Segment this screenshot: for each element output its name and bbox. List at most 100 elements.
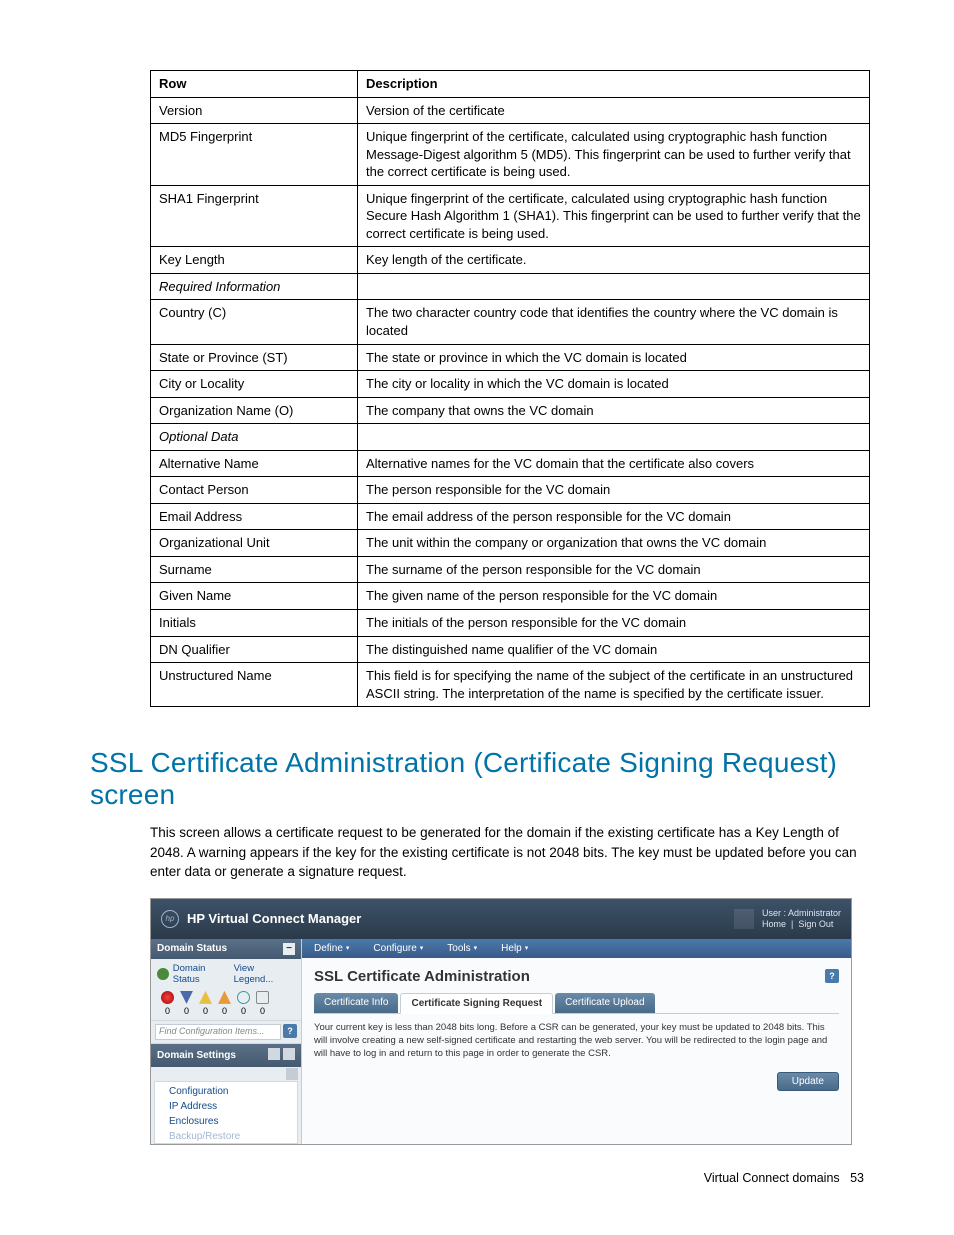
- status-unknown-icon[interactable]: [256, 991, 269, 1004]
- app-header: hp HP Virtual Connect Manager User : Adm…: [151, 899, 851, 939]
- page-help-icon[interactable]: ?: [825, 969, 839, 983]
- status-caution-icon[interactable]: [199, 991, 212, 1004]
- domain-status-panel-title: Domain Status: [157, 943, 227, 954]
- tree-ip-address[interactable]: IP Address: [155, 1099, 297, 1114]
- page-footer: Virtual Connect domains 53: [704, 1171, 864, 1185]
- table-row-label: Version: [151, 97, 358, 124]
- collapse-all-icon[interactable]: [283, 1048, 295, 1060]
- table-row-desc: The surname of the person responsible fo…: [358, 556, 870, 583]
- table-row-desc: Unique fingerprint of the certificate, c…: [358, 124, 870, 186]
- table-row-desc: The email address of the person responsi…: [358, 503, 870, 530]
- table-row-label: City or Locality: [151, 371, 358, 398]
- user-info: User : Administrator Home | Sign Out: [762, 908, 841, 930]
- home-link[interactable]: Home: [762, 919, 786, 929]
- main-panel: Define Configure Tools Help SSL Certific…: [302, 939, 851, 1144]
- table-row-desc: The given name of the person responsible…: [358, 583, 870, 610]
- table-row-label: Email Address: [151, 503, 358, 530]
- status-info-icon[interactable]: [237, 991, 250, 1004]
- domain-settings-panel-title: Domain Settings: [157, 1050, 236, 1061]
- app-screenshot: hp HP Virtual Connect Manager User : Adm…: [150, 898, 852, 1145]
- expand-all-icon[interactable]: [268, 1048, 280, 1060]
- table-row-label: Optional Data: [151, 424, 358, 451]
- hp-logo-icon: hp: [161, 910, 179, 928]
- menubar: Define Configure Tools Help: [302, 939, 851, 958]
- count-5: 0: [256, 1006, 269, 1016]
- table-row-label: DN Qualifier: [151, 636, 358, 663]
- th-description: Description: [358, 71, 870, 98]
- count-1: 0: [180, 1006, 193, 1016]
- table-row-desc: The company that owns the VC domain: [358, 397, 870, 424]
- collapse-icon[interactable]: −: [283, 943, 295, 955]
- tabs: Certificate Info Certificate Signing Req…: [314, 993, 839, 1014]
- app-title: HP Virtual Connect Manager: [187, 911, 361, 926]
- find-help-icon[interactable]: ?: [283, 1024, 297, 1038]
- signout-link[interactable]: Sign Out: [798, 919, 833, 929]
- table-row-desc: The initials of the person responsible f…: [358, 610, 870, 637]
- table-row-label: Unstructured Name: [151, 663, 358, 707]
- domain-status-panel-header[interactable]: Domain Status −: [151, 939, 301, 959]
- table-row-desc: Alternative names for the VC domain that…: [358, 450, 870, 477]
- table-row-desc: The distinguished name qualifier of the …: [358, 636, 870, 663]
- count-2: 0: [199, 1006, 212, 1016]
- status-warning-icon[interactable]: [218, 991, 231, 1004]
- table-row-desc: Version of the certificate: [358, 97, 870, 124]
- sidebar: Domain Status − Domain Status View Legen…: [151, 939, 302, 1144]
- scroll-up-icon[interactable]: [286, 1068, 298, 1080]
- table-row-label: Surname: [151, 556, 358, 583]
- section-heading: SSL Certificate Administration (Certific…: [90, 747, 864, 811]
- menu-configure[interactable]: Configure: [361, 939, 435, 958]
- find-input[interactable]: Find Configuration Items...: [155, 1024, 281, 1040]
- domain-status-link[interactable]: Domain Status: [173, 963, 234, 985]
- table-row-label: Key Length: [151, 247, 358, 274]
- user-label: User : Administrator: [762, 908, 841, 919]
- table-row-label: Organizational Unit: [151, 530, 358, 557]
- status-counts-row: 0 0 0 0 0 0: [151, 1006, 301, 1020]
- menu-define[interactable]: Define: [302, 939, 361, 958]
- tab-csr[interactable]: Certificate Signing Request: [400, 993, 553, 1014]
- table-row-desc: The two character country code that iden…: [358, 300, 870, 344]
- page-title: SSL Certificate Administration: [314, 968, 530, 985]
- refresh-icon[interactable]: [157, 968, 169, 980]
- table-row-label: Required Information: [151, 273, 358, 300]
- tab-certificate-upload[interactable]: Certificate Upload: [555, 993, 654, 1013]
- update-button[interactable]: Update: [777, 1072, 839, 1091]
- tab-certificate-info[interactable]: Certificate Info: [314, 993, 398, 1013]
- table-row-desc: [358, 273, 870, 300]
- menu-help[interactable]: Help: [489, 939, 540, 958]
- table-row-desc: The person responsible for the VC domain: [358, 477, 870, 504]
- status-error-icon[interactable]: [161, 991, 174, 1004]
- section-body: This screen allows a certificate request…: [150, 823, 870, 882]
- table-row-label: MD5 Fingerprint: [151, 124, 358, 186]
- table-row-desc: The state or province in which the VC do…: [358, 344, 870, 371]
- tree-backup-restore[interactable]: Backup/Restore: [155, 1129, 297, 1141]
- menu-tools[interactable]: Tools: [435, 939, 489, 958]
- view-legend-link[interactable]: View Legend...: [234, 963, 295, 985]
- tree-configuration[interactable]: Configuration: [155, 1084, 297, 1099]
- table-row-label: Alternative Name: [151, 450, 358, 477]
- count-0: 0: [161, 1006, 174, 1016]
- table-row-desc: This field is for specifying the name of…: [358, 663, 870, 707]
- table-row-label: Given Name: [151, 583, 358, 610]
- table-row-desc: Key length of the certificate.: [358, 247, 870, 274]
- certificate-fields-table: Row Description VersionVersion of the ce…: [150, 70, 870, 707]
- table-row-desc: [358, 424, 870, 451]
- table-row-label: Country (C): [151, 300, 358, 344]
- table-row-label: Contact Person: [151, 477, 358, 504]
- table-row-desc: Unique fingerprint of the certificate, c…: [358, 185, 870, 247]
- status-icons-row: [151, 989, 301, 1006]
- domain-settings-panel-header[interactable]: Domain Settings: [151, 1044, 301, 1067]
- th-row: Row: [151, 71, 358, 98]
- table-row-label: Initials: [151, 610, 358, 637]
- footer-text: Virtual Connect domains: [704, 1171, 840, 1185]
- table-row-label: Organization Name (O): [151, 397, 358, 424]
- tree-enclosures[interactable]: Enclosures: [155, 1114, 297, 1129]
- status-degraded-icon[interactable]: [180, 991, 193, 1004]
- count-4: 0: [237, 1006, 250, 1016]
- table-row-label: State or Province (ST): [151, 344, 358, 371]
- footer-page: 53: [850, 1171, 864, 1185]
- nav-tree: Configuration IP Address Enclosures Back…: [154, 1081, 298, 1144]
- count-3: 0: [218, 1006, 231, 1016]
- table-row-label: SHA1 Fingerprint: [151, 185, 358, 247]
- header-decoration-icon: [734, 909, 754, 929]
- table-row-desc: The city or locality in which the VC dom…: [358, 371, 870, 398]
